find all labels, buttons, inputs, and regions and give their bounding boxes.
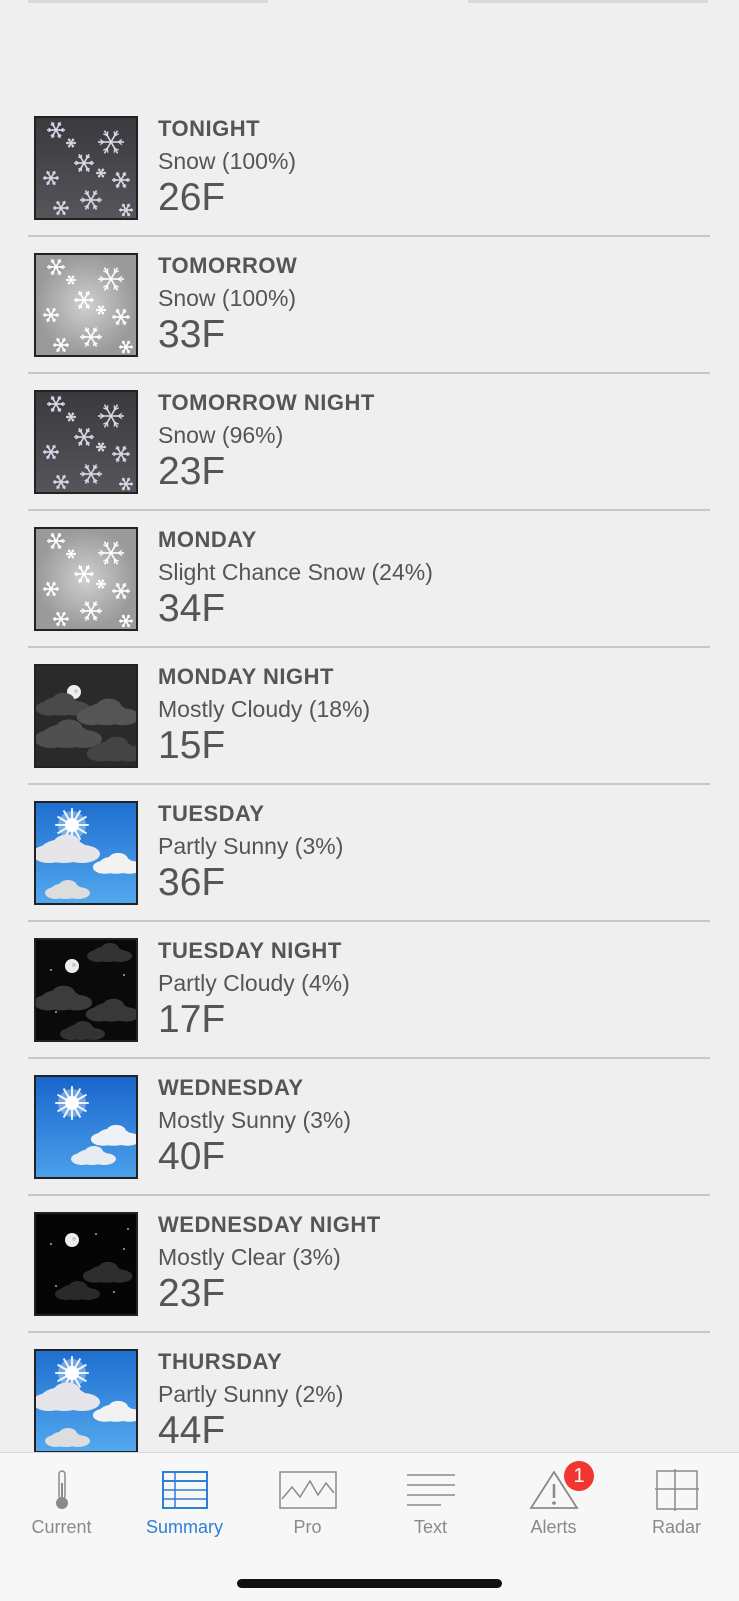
tab-label: Pro xyxy=(246,1517,369,1538)
clear-night-icon xyxy=(34,1212,138,1316)
forecast-condition: Mostly Cloudy (18%) xyxy=(158,696,370,723)
forecast-condition: Snow (100%) xyxy=(158,285,296,312)
top-strip xyxy=(0,0,739,80)
top-divider-right xyxy=(468,0,708,3)
alerts-badge: 1 xyxy=(564,1461,594,1491)
graph-icon xyxy=(278,1469,338,1511)
forecast-list: TONIGHT Snow (100%) 26F TOMORROW Snow (1… xyxy=(0,100,739,1470)
forecast-condition: Slight Chance Snow (24%) xyxy=(158,559,433,586)
forecast-period: MONDAY xyxy=(158,527,257,553)
forecast-temperature: 44F xyxy=(158,1409,225,1453)
forecast-period: TUESDAY xyxy=(158,801,265,827)
forecast-row[interactable]: THURSDAY Partly Sunny (2%) 44F xyxy=(28,1333,710,1470)
tab-label: Text xyxy=(369,1517,492,1538)
forecast-condition: Partly Sunny (2%) xyxy=(158,1381,343,1408)
forecast-period: THURSDAY xyxy=(158,1349,282,1375)
forecast-period: WEDNESDAY NIGHT xyxy=(158,1212,381,1238)
forecast-temperature: 23F xyxy=(158,1272,225,1316)
forecast-temperature: 33F xyxy=(158,313,225,357)
forecast-condition: Snow (100%) xyxy=(158,148,296,175)
forecast-temperature: 17F xyxy=(158,998,225,1042)
snow-day-icon xyxy=(34,253,138,357)
forecast-row[interactable]: TOMORROW NIGHT Snow (96%) 23F xyxy=(28,374,710,511)
forecast-row[interactable]: WEDNESDAY Mostly Sunny (3%) 40F xyxy=(28,1059,710,1196)
tab-label: Alerts xyxy=(492,1517,615,1538)
tab-pro[interactable]: Pro xyxy=(246,1453,369,1553)
forecast-temperature: 40F xyxy=(158,1135,225,1179)
home-indicator xyxy=(237,1579,502,1588)
tab-label: Summary xyxy=(123,1517,246,1538)
forecast-period: TUESDAY NIGHT xyxy=(158,938,342,964)
forecast-row[interactable]: TONIGHT Snow (100%) 26F xyxy=(28,100,710,237)
snow-night-icon xyxy=(34,390,138,494)
partly-cloudy-night-icon xyxy=(34,938,138,1042)
forecast-period: TOMORROW xyxy=(158,253,297,279)
forecast-row[interactable]: MONDAY NIGHT Mostly Cloudy (18%) 15F xyxy=(28,648,710,785)
forecast-period: MONDAY NIGHT xyxy=(158,664,334,690)
forecast-period: WEDNESDAY xyxy=(158,1075,304,1101)
top-divider-left xyxy=(28,0,268,3)
partly-sunny-icon xyxy=(34,1349,138,1453)
tab-current[interactable]: Current xyxy=(0,1453,123,1553)
forecast-condition: Partly Cloudy (4%) xyxy=(158,970,350,997)
forecast-condition: Mostly Sunny (3%) xyxy=(158,1107,351,1134)
forecast-temperature: 34F xyxy=(158,587,225,631)
cloudy-night-icon xyxy=(34,664,138,768)
forecast-temperature: 15F xyxy=(158,724,225,768)
text-lines-icon xyxy=(401,1469,461,1511)
forecast-period: TONIGHT xyxy=(158,116,260,142)
tab-summary[interactable]: Summary xyxy=(123,1453,246,1553)
table-icon xyxy=(155,1469,215,1511)
forecast-row[interactable]: TUESDAY Partly Sunny (3%) 36F xyxy=(28,785,710,922)
mostly-sunny-icon xyxy=(34,1075,138,1179)
tab-label: Radar xyxy=(615,1517,738,1538)
forecast-row[interactable]: MONDAY Slight Chance Snow (24%) 34F xyxy=(28,511,710,648)
thermometer-icon xyxy=(32,1469,92,1511)
grid-icon xyxy=(647,1469,707,1511)
snow-night-icon xyxy=(34,116,138,220)
forecast-period: TOMORROW NIGHT xyxy=(158,390,375,416)
tab-radar[interactable]: Radar xyxy=(615,1453,738,1553)
tab-label: Current xyxy=(0,1517,123,1538)
forecast-condition: Partly Sunny (3%) xyxy=(158,833,343,860)
tab-text[interactable]: Text xyxy=(369,1453,492,1553)
forecast-row[interactable]: TUESDAY NIGHT Partly Cloudy (4%) 17F xyxy=(28,922,710,1059)
partly-sunny-icon xyxy=(34,801,138,905)
forecast-temperature: 26F xyxy=(158,176,225,220)
tab-alerts[interactable]: Alerts 1 xyxy=(492,1453,615,1553)
forecast-temperature: 36F xyxy=(158,861,225,905)
forecast-condition: Snow (96%) xyxy=(158,422,283,449)
forecast-temperature: 23F xyxy=(158,450,225,494)
forecast-row[interactable]: WEDNESDAY NIGHT Mostly Clear (3%) 23F xyxy=(28,1196,710,1333)
forecast-condition: Mostly Clear (3%) xyxy=(158,1244,341,1271)
snow-day-icon xyxy=(34,527,138,631)
forecast-row[interactable]: TOMORROW Snow (100%) 33F xyxy=(28,237,710,374)
